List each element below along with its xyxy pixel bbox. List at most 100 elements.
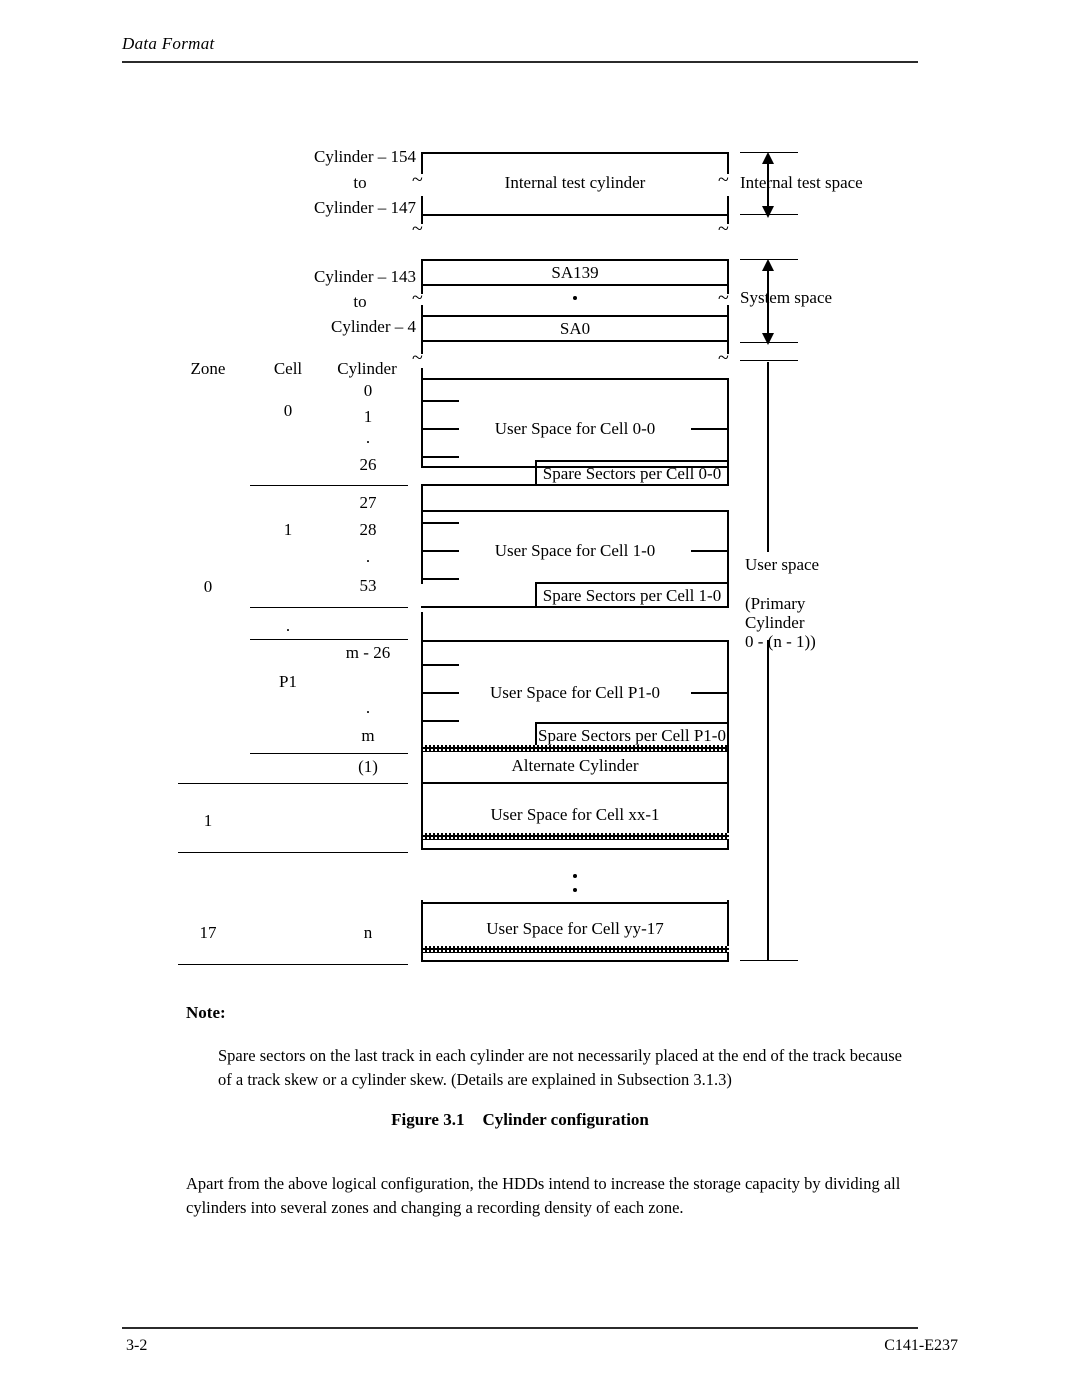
cell0-number: 0	[283, 401, 293, 420]
break-mark-icon: ~	[718, 169, 729, 191]
user-space-bracket-line4: 0 - (n - 1))	[745, 632, 816, 651]
user-space-rail-left-cellp1	[421, 612, 423, 746]
zone0-number: 0	[203, 577, 213, 596]
zone-gap-ellipsis-dot	[573, 874, 577, 878]
user-space-bracket-line3: Cylinder	[745, 613, 805, 632]
sa139-label: SA139	[551, 262, 599, 282]
zone17-cylinder-n: n	[363, 923, 373, 942]
zone17-block-bottom-edge	[421, 960, 729, 962]
cell1-cylinder-28: 28	[359, 520, 377, 539]
note-label: Note:	[186, 1003, 226, 1022]
system-cylinder-range-mid: to	[353, 292, 367, 311]
system-gap-right-stub-lower	[727, 305, 729, 315]
system-cylinder-range-bottom: Cylinder – 4	[331, 317, 416, 336]
cell0-cylinder-0: 0	[363, 381, 373, 400]
column-header-zone: Zone	[190, 359, 226, 378]
cellp1-cylinder-tick	[423, 664, 459, 666]
user-space-bracket-line2: (Primary	[745, 594, 806, 613]
zone17-user-space-label: User Space for Cell yy-17	[486, 919, 664, 938]
cell1-cellp1-divider-upper	[250, 607, 408, 608]
zone-gap-ellipsis-dot	[573, 888, 577, 892]
cellp1-alternate-divider	[250, 753, 408, 754]
internal-test-box-left-lower	[421, 196, 423, 216]
system-cylinder-range-top: Cylinder – 143	[314, 267, 416, 286]
alternate-cylinder-right-edge	[727, 745, 729, 783]
cell0-cell1-divider	[250, 485, 408, 486]
zone1-block-left-edge	[421, 784, 423, 850]
alternate-cylinder-label: Alternate Cylinder	[511, 756, 639, 775]
figure-caption-number: Figure 3.1	[391, 1110, 465, 1129]
zone1-number: 1	[203, 811, 213, 830]
cell1-cylinder-ellipsis: .	[365, 547, 371, 566]
break-mark-icon: ~	[412, 347, 423, 369]
internal-test-cylinder-range-mid: to	[353, 173, 367, 192]
system-gap-right-stub-upper	[727, 286, 729, 294]
user-space-bracket-shaft-lower	[767, 640, 769, 960]
cell0-cylinder-1: 1	[363, 407, 373, 426]
cell0-block-right-edge	[727, 378, 729, 468]
zone1-user-space-label: User Space for Cell xx-1	[490, 805, 660, 824]
zone17-number: 17	[199, 923, 217, 942]
zone17-bottom-divider	[178, 964, 408, 965]
cell0-block-top-edge	[421, 378, 729, 380]
internal-test-box-right-lower	[727, 196, 729, 216]
sa0-box: SA0	[421, 315, 729, 342]
zone17-block-top-edge	[421, 902, 729, 904]
user-space-bracket-top-rule	[740, 360, 798, 361]
cell1-user-space-label: User Space for Cell 1-0	[494, 541, 656, 560]
internal-test-cylinder-box-label: Internal test cylinder	[504, 173, 646, 192]
sa139-box: SA139	[421, 259, 729, 286]
zone1-hatch-band	[421, 833, 729, 840]
cellp1-cylinder-m26: m - 26	[345, 643, 391, 662]
cell0-cylinder-tick-right	[691, 428, 727, 430]
cellp1-user-space-label: User Space for Cell P1-0	[490, 683, 660, 702]
user-space-bracket-bottom-rule	[740, 960, 798, 961]
cell0-cylinder-ellipsis: .	[365, 428, 371, 447]
note-text: Spare sectors on the last track in each …	[218, 1046, 902, 1089]
system-space-label: System space	[740, 288, 833, 307]
zone1-zone17-divider	[178, 852, 408, 853]
cell1-number: 1	[283, 520, 293, 539]
break-mark-icon: ~	[718, 218, 729, 240]
cell0-cylinder-tick	[423, 400, 459, 402]
figure-caption-title: Cylinder configuration	[482, 1110, 649, 1129]
internal-test-space-label: Internal test space	[740, 173, 863, 192]
footer-document-id: C141-E237	[884, 1337, 958, 1354]
figure-caption: Figure 3.1 Cylinder configuration	[122, 1110, 918, 1130]
system-gap-left-stub-upper	[421, 286, 423, 294]
cell-gap-ellipsis: .	[285, 616, 291, 635]
cell0-spare-bottom-edge	[421, 484, 729, 486]
zone1-block-bottom-edge	[421, 848, 729, 850]
internal-test-box-top-edge	[421, 152, 729, 154]
cellp1-cylinder-tick-right	[691, 692, 727, 694]
cellp1-spare-sectors-label: Spare Sectors per Cell P1-0	[538, 726, 726, 745]
cell1-cellp1-divider-lower	[250, 639, 408, 640]
cell0-cylinder-tick	[423, 456, 459, 458]
zone17-hatch-band	[421, 946, 729, 953]
cellp1-cylinder-tick	[423, 692, 459, 694]
cell0-cylinder-26: 26	[359, 455, 377, 474]
zone0-zone1-divider	[178, 783, 408, 784]
sa0-label: SA0	[559, 318, 591, 338]
user-space-rail-left-cell0	[421, 368, 423, 468]
break-mark-icon: ~	[718, 347, 729, 369]
column-header-cylinder: Cylinder	[337, 359, 397, 378]
zone1-block-right-edge	[727, 784, 729, 850]
user-space-rail-left-cell1	[421, 484, 423, 584]
cell1-cylinder-tick	[423, 522, 459, 524]
cell1-cylinder-tick-right	[691, 550, 727, 552]
break-mark-icon: ~	[412, 218, 423, 240]
cell1-cylinder-tick	[423, 578, 459, 580]
cellp1-block-top-edge	[421, 640, 729, 642]
cell0-spare-sectors-box: Spare Sectors per Cell 0-0	[535, 460, 729, 486]
alternate-cylinder-bottom-edge	[421, 782, 729, 784]
alternate-cylinder-left-edge	[421, 745, 423, 783]
footer-divider	[122, 1327, 918, 1329]
user-space-bracket-shaft-upper	[767, 362, 769, 552]
alternate-cylinder-hatch-band	[421, 745, 729, 752]
cell1-spare-sectors-label: Spare Sectors per Cell 1-0	[542, 586, 722, 605]
cell1-cylinder-53: 53	[359, 576, 377, 595]
cellp1-cylinder-m: m	[361, 726, 375, 745]
cell1-block-top-edge	[421, 510, 729, 512]
cell1-cylinder-27: 27	[359, 493, 377, 512]
